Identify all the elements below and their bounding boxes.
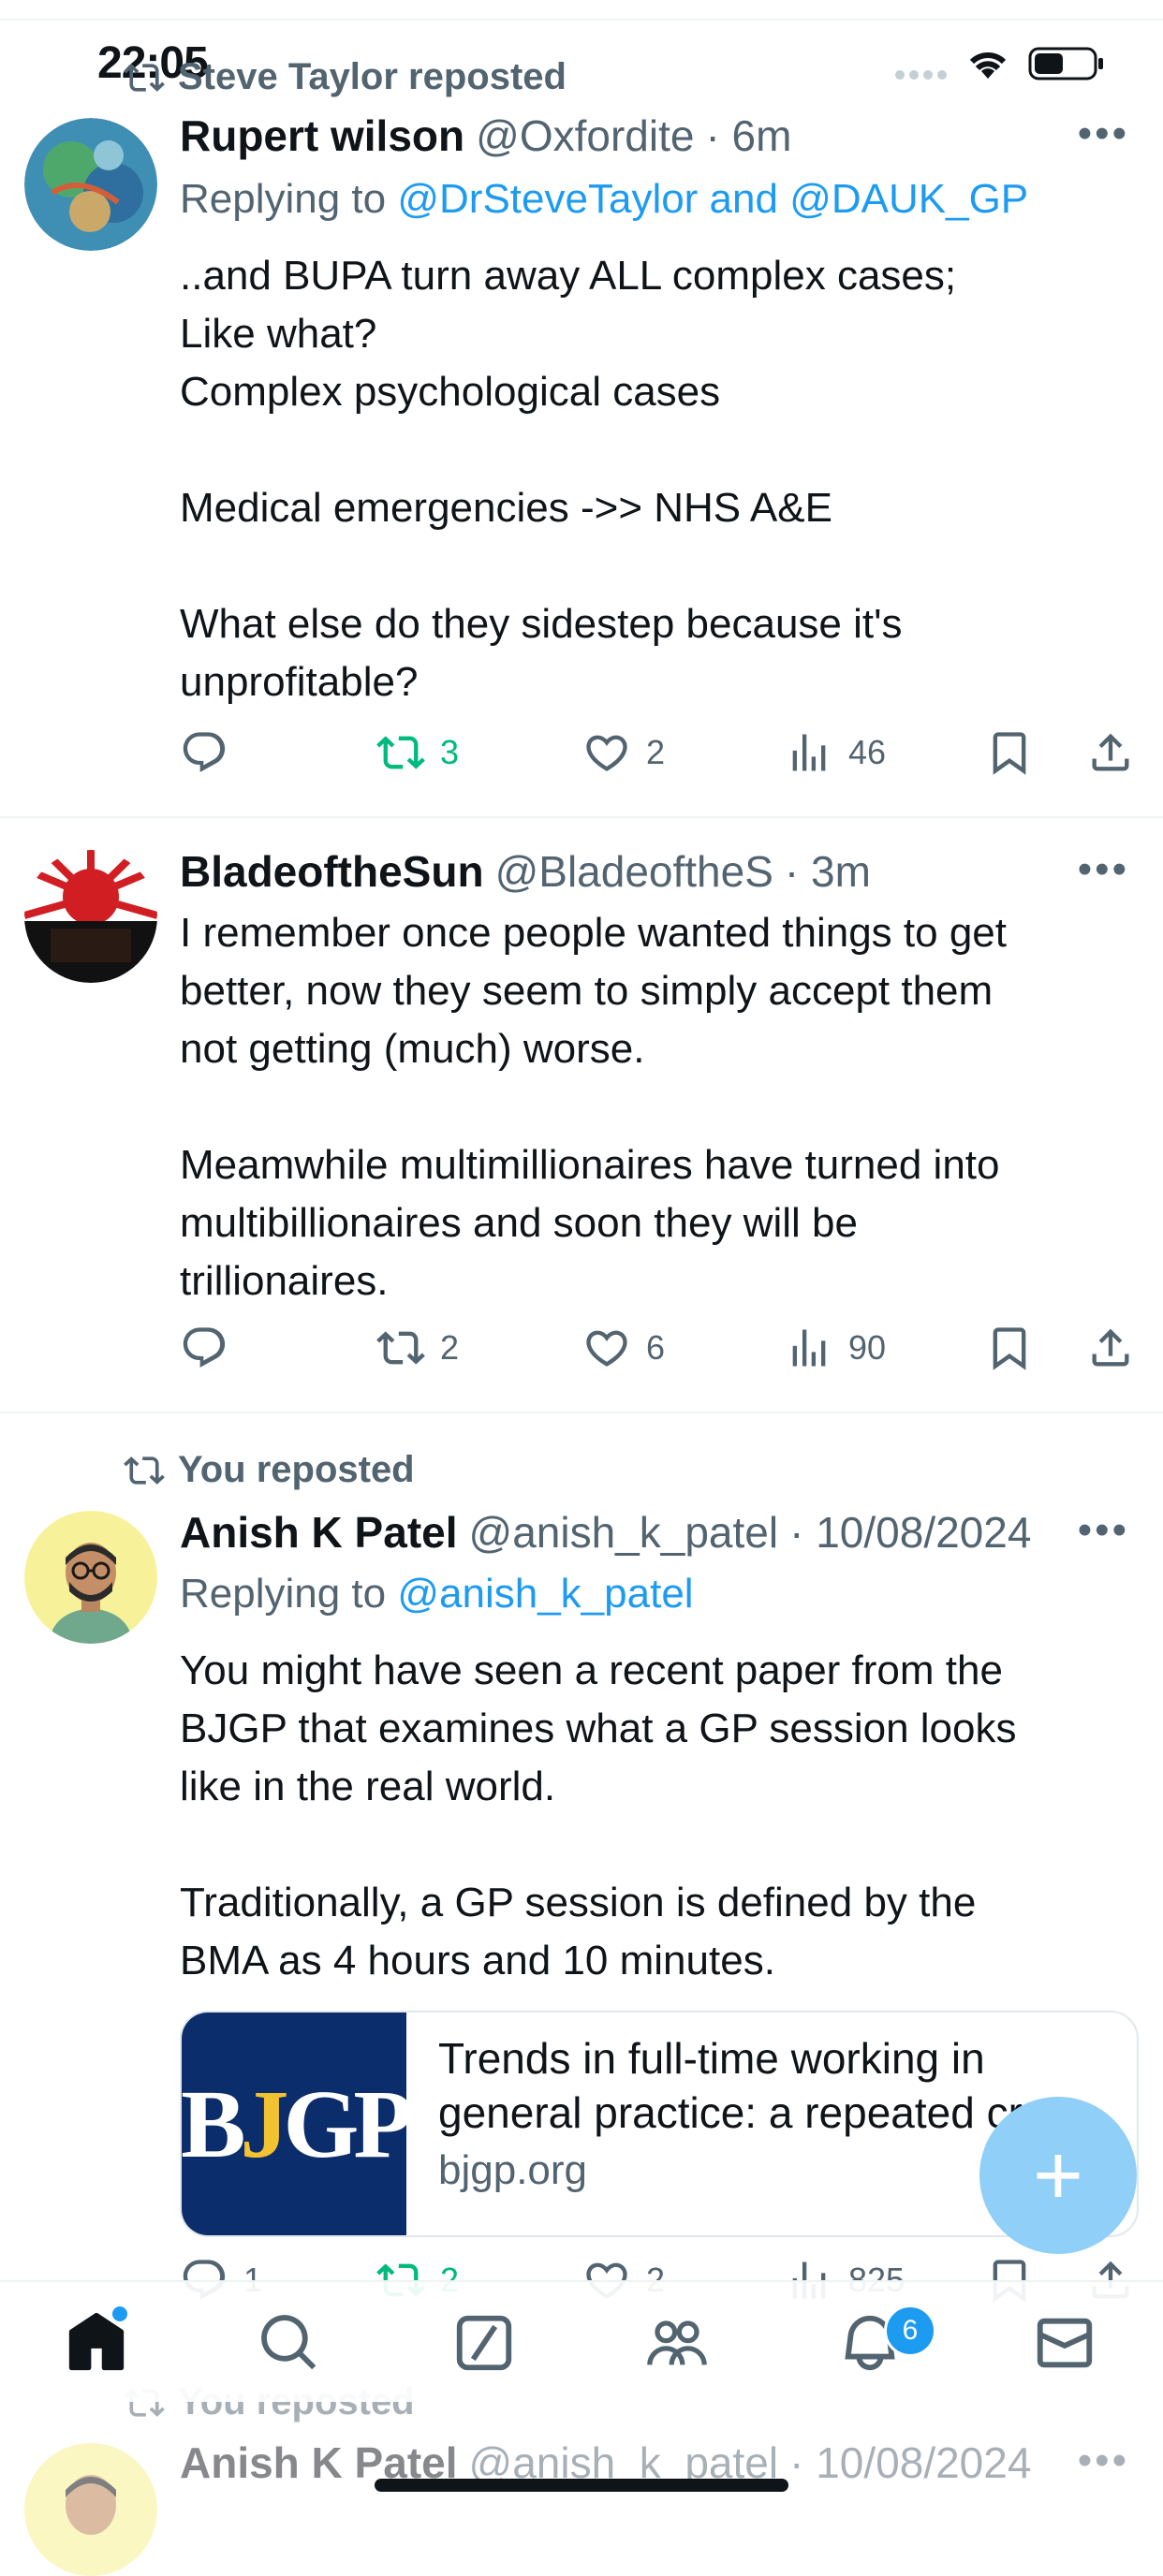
reply-icon	[183, 732, 226, 772]
retweet-icon	[124, 63, 165, 92]
logo-letter-b: B	[181, 2070, 246, 2178]
envelope-icon	[1037, 2318, 1093, 2368]
tab-grok[interactable]	[451, 2310, 517, 2376]
repost-label: Steve Taylor reposted	[178, 56, 567, 97]
bjgp-logo: BJGP	[181, 2012, 413, 2235]
replying-to-link[interactable]: @DrSteveTaylor and @DAUK_GP	[397, 176, 1028, 222]
reply-button[interactable]	[180, 728, 228, 777]
compose-button[interactable]: +	[979, 2097, 1137, 2254]
user-handle[interactable]: @BladeoftheS	[495, 846, 773, 897]
heart-icon	[586, 735, 627, 771]
repost-indicator: Steve Taylor reposted	[124, 56, 567, 98]
logo-letter-j: J	[240, 2070, 288, 2178]
views-icon	[792, 1329, 826, 1367]
more-options-icon[interactable]: •••	[1078, 110, 1129, 157]
tweet-text: I remember once people wanted things to …	[180, 910, 1007, 1304]
views-button[interactable]: 90	[785, 1324, 886, 1372]
communities-icon	[647, 2320, 707, 2365]
tab-search[interactable]	[257, 2310, 322, 2376]
search-icon	[261, 2315, 317, 2370]
replying-to: Replying to @DrSteveTaylor and @DAUK_GP	[180, 176, 1028, 223]
retweet-icon	[376, 736, 425, 769]
like-count: 6	[646, 1328, 666, 1367]
reply-icon	[183, 1327, 226, 1368]
heart-icon	[586, 1330, 627, 1367]
user-handle[interactable]: @Oxfordite	[476, 110, 694, 161]
tweet-actions: 2 6 90	[180, 1324, 1144, 1380]
avatar[interactable]	[24, 1511, 157, 1644]
tweet-time: · 3m	[784, 847, 871, 896]
like-button[interactable]: 2	[582, 728, 665, 777]
views-icon	[792, 734, 826, 771]
view-count: 90	[848, 1328, 887, 1367]
bottom-tab-bar	[0, 2280, 1163, 2402]
retweet-count: 3	[440, 733, 460, 771]
more-options-icon[interactable]: •••	[1078, 2437, 1129, 2484]
share-button[interactable]	[1086, 1324, 1135, 1372]
unread-dot	[112, 2306, 127, 2321]
bookmark-button[interactable]	[985, 728, 1034, 777]
notification-badge: 6	[884, 2305, 936, 2357]
more-options-icon[interactable]: •••	[1078, 846, 1129, 893]
tweet-header: Anish K Patel @anish_k_patel · 10/08/202…	[180, 1507, 1031, 1558]
bookmark-icon	[993, 1327, 1026, 1370]
tweet-divider	[0, 1412, 1163, 1413]
replying-prefix: Replying to	[180, 1571, 398, 1617]
like-count: 2	[646, 733, 666, 771]
wifi-icon	[964, 45, 1011, 87]
repost-label: You reposted	[178, 1449, 415, 1490]
share-icon	[1092, 733, 1129, 771]
home-indicator	[375, 2479, 788, 2492]
tab-messages[interactable]	[1032, 2310, 1097, 2376]
retweet-icon	[124, 1456, 165, 1485]
top-divider	[0, 19, 1163, 21]
tweet-time: · 10/08/2024	[789, 1508, 1032, 1557]
battery-icon	[1028, 45, 1105, 87]
avatar[interactable]	[24, 118, 157, 251]
bookmark-icon	[993, 732, 1026, 775]
retweet-button[interactable]: 3	[376, 728, 459, 777]
tweet-time: · 10/08/2024	[789, 2438, 1032, 2487]
view-count: 46	[848, 733, 887, 771]
retweet-count: 2	[440, 1328, 460, 1367]
tweet-text: You might have seen a recent paper from …	[180, 1647, 1017, 1983]
tweet-time: · 6m	[705, 111, 792, 160]
replying-to-link[interactable]: @anish_k_patel	[397, 1571, 693, 1617]
repost-indicator: You reposted	[124, 1449, 415, 1491]
tweet-header: BladeoftheSun @BladeoftheS · 3m	[180, 846, 871, 897]
tweet-actions: 3 2 46	[180, 728, 1144, 784]
replying-to: Replying to @anish_k_patel	[180, 1571, 694, 1617]
replying-prefix: Replying to	[180, 176, 398, 222]
share-button[interactable]	[1086, 728, 1135, 777]
display-name[interactable]: Rupert wilson	[180, 110, 464, 161]
bookmark-button[interactable]	[985, 1324, 1034, 1372]
tweet-divider	[0, 816, 1163, 818]
retweet-icon	[376, 1331, 425, 1365]
display-name[interactable]: BladeoftheSun	[180, 846, 484, 897]
like-button[interactable]: 6	[582, 1324, 665, 1372]
cellular-signal-icon	[893, 66, 950, 89]
views-button[interactable]: 46	[785, 728, 886, 777]
tweet-header: Rupert wilson @Oxfordite · 6m	[180, 110, 791, 161]
reply-button[interactable]	[180, 1324, 228, 1372]
avatar[interactable]	[24, 850, 157, 983]
user-handle[interactable]: @anish_k_patel	[469, 1507, 779, 1558]
avatar[interactable]	[24, 2443, 157, 2576]
logo-letters-gp: GP	[283, 2070, 412, 2178]
grok-icon	[456, 2315, 512, 2371]
more-options-icon[interactable]: •••	[1078, 1507, 1129, 1554]
display-name[interactable]: Anish K Patel	[180, 1507, 458, 1558]
tab-communities[interactable]	[644, 2310, 710, 2376]
share-icon	[1092, 1328, 1129, 1367]
retweet-button[interactable]: 2	[376, 1324, 459, 1372]
tweet-text: ..and BUPA turn away ALL complex cases; …	[180, 253, 957, 705]
